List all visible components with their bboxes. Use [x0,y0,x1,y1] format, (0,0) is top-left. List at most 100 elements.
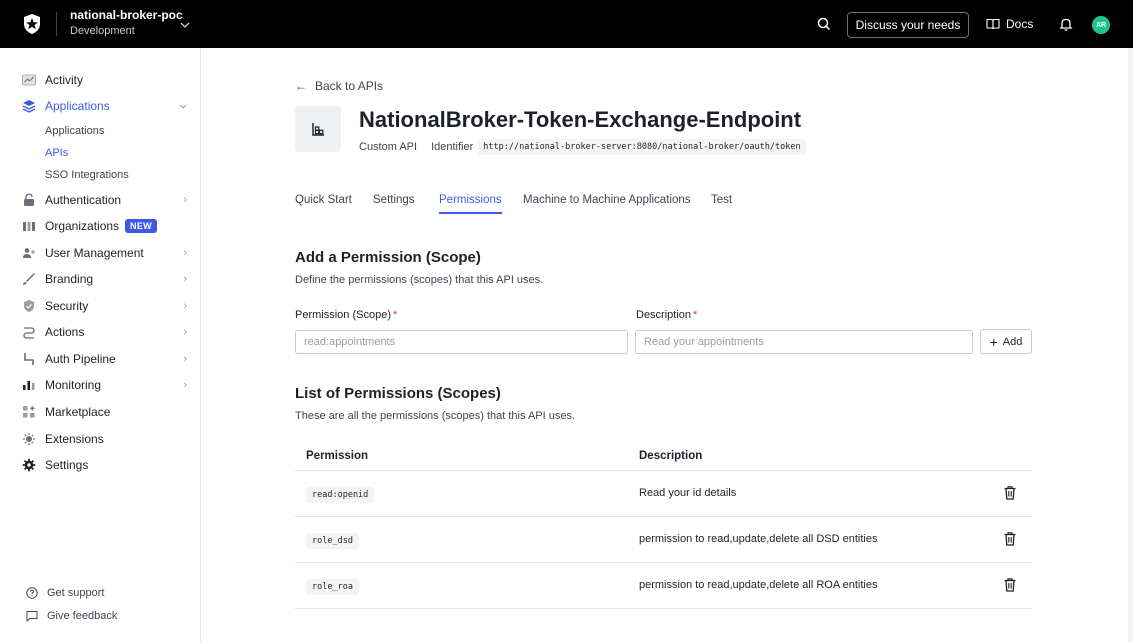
required-marker: * [392,309,398,321]
page-title: NationalBroker-Token-Exchange-Endpoint [359,107,802,132]
help-circle-icon [26,587,38,599]
tab-test[interactable]: Test [711,194,732,214]
monitoring-icon [22,378,36,392]
sidebar-item-organizations[interactable]: Organizations NEW [22,216,187,236]
tab-machine-to-machine-applications[interactable]: Machine to Machine Applications [523,194,691,214]
description-label-text: Description [636,309,692,321]
page-scrollbar[interactable] [1128,48,1133,642]
tab-quick-start[interactable]: Quick Start [295,194,352,214]
sidebar-item-authentication[interactable]: Authentication › [22,190,187,210]
permissions-table: Permission Description read:openid Read … [295,440,1032,609]
sidebar-item-label: Extensions [45,432,104,446]
sidebar-item-actions[interactable]: Actions › [22,322,187,342]
extensions-icon [22,432,36,446]
table-row: role_roa permission to read,update,delet… [295,563,1032,609]
permission-description: permission to read,update,delete all ROA… [639,579,878,591]
discuss-your-needs-button[interactable]: Discuss your needs [847,12,969,38]
avatar[interactable]: AR [1092,16,1110,34]
table-row: role_dsd permission to read,update,delet… [295,517,1032,563]
authentication-icon [22,193,36,207]
permission-scope: role_dsd [306,533,359,549]
chevron-down-icon [179,104,187,109]
give-feedback-link[interactable]: Give feedback [26,610,117,622]
sidebar-item-label: User Management [45,246,144,260]
sidebar-item-settings[interactable]: Settings [22,455,187,475]
auth0-logo-icon[interactable] [20,12,44,36]
back-to-apis-label: Back to APIs [315,79,384,93]
permission-description: permission to read,update,delete all DSD… [639,533,878,545]
identifier-value[interactable]: http://national-broker-server:8080/natio… [478,139,806,155]
chevron-right-icon: › [183,273,187,285]
message-square-icon [26,611,38,622]
required-marker: * [693,309,698,321]
docs-label: Docs [1006,17,1034,31]
docs-button[interactable]: Docs [986,14,1033,34]
permission-label-text: Permission (Scope) [295,309,391,321]
back-to-apis-link[interactable]: ← Back to APIs [295,79,383,93]
sidebar-item-auth-pipeline[interactable]: Auth Pipeline › [22,349,187,369]
plus-icon: + [989,333,998,350]
add-permission-subtitle: Define the permissions (scopes) that thi… [295,274,544,286]
api-icon [295,106,341,152]
sidebar-item-label: Auth Pipeline [45,352,116,366]
identifier-label: Identifier [431,141,474,153]
user-management-icon [22,246,36,260]
sidebar-item-extensions[interactable]: Extensions [22,429,187,449]
sidebar-item-label: Security [45,299,89,313]
search-icon[interactable] [814,14,834,34]
chevron-down-icon[interactable] [180,22,190,28]
branding-icon [22,272,36,286]
top-bar: national-broker-poc Development Discuss … [0,0,1133,48]
auth-pipeline-icon [22,352,36,366]
sidebar-item-label: Marketplace [45,405,111,419]
permission-input[interactable] [295,330,628,354]
chevron-right-icon: › [183,194,187,206]
sidebar-item-label: Settings [45,458,89,472]
table-header: Permission Description [295,440,1032,471]
trash-icon[interactable] [1003,531,1017,547]
column-header-permission: Permission [306,450,368,462]
permission-scope: read:openid [306,487,375,503]
permission-description: Read your id details [639,487,737,499]
sidebar-item-branding[interactable]: Branding › [22,269,187,289]
sidebar-item-label: Authentication [45,193,122,207]
sidebar-item-activity[interactable]: Activity [22,70,187,90]
bell-icon[interactable] [1056,14,1076,34]
chevron-right-icon: › [183,247,187,259]
applications-icon [22,99,36,113]
tenant-switcher[interactable]: national-broker-poc Development [70,6,183,37]
sidebar-item-label: Activity [45,73,84,87]
description-input[interactable] [635,330,973,354]
sidebar-subitem-applications[interactable]: Applications [45,125,104,137]
sidebar-item-security[interactable]: Security › [22,296,187,316]
sidebar-item-marketplace[interactable]: Marketplace [22,402,187,422]
add-permission-button[interactable]: + Add [980,329,1032,354]
topbar-divider [56,12,57,36]
sidebar: Activity Applications Applications APIs … [0,48,201,642]
tab-settings[interactable]: Settings [373,194,415,214]
sidebar-item-applications[interactable]: Applications [22,96,187,116]
trash-icon[interactable] [1003,577,1017,593]
sidebar-item-user-management[interactable]: User Management › [22,243,187,263]
sidebar-subitem-sso-integrations[interactable]: SSO Integrations [45,169,129,181]
chevron-right-icon: › [183,326,187,338]
sidebar-item-label: Monitoring [45,378,102,392]
arrow-left-icon: ← [295,79,307,93]
custom-api-icon [312,123,324,136]
get-support-link[interactable]: Get support [26,587,104,599]
sidebar-subitem-apis[interactable]: APIs [45,147,68,159]
chevron-right-icon: › [183,300,187,312]
tab-permissions[interactable]: Permissions [439,194,502,214]
tab-bar: Quick Start Settings Permissions Machine… [295,194,1032,214]
sidebar-item-monitoring[interactable]: Monitoring › [22,375,187,395]
trash-icon[interactable] [1003,485,1017,501]
add-label: Add [1002,335,1023,348]
new-badge: NEW [125,219,157,233]
organizations-icon [22,219,36,233]
add-permission-title: Add a Permission (Scope) [295,249,481,266]
sidebar-item-label: Actions [45,325,85,339]
actions-icon [22,325,36,339]
permissions-list-subtitle: These are all the permissions (scopes) t… [295,410,576,422]
activity-icon [22,73,36,87]
marketplace-icon [22,405,36,419]
